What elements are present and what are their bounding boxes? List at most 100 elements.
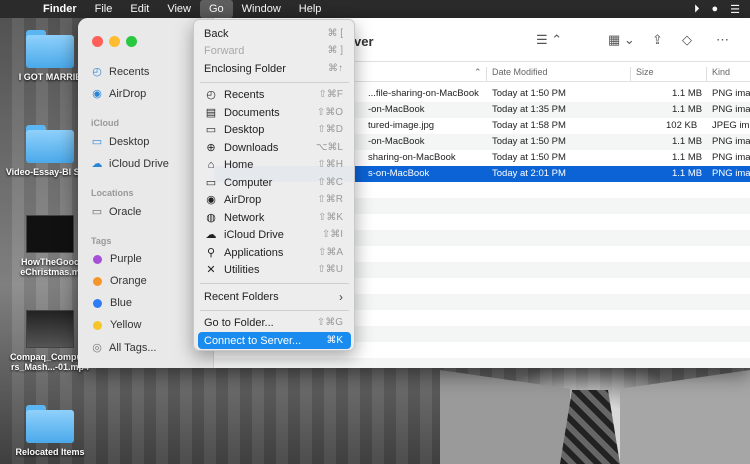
window-controls (92, 36, 137, 47)
close-button[interactable] (92, 36, 103, 47)
desktop-item-label: Relocated Items (15, 447, 85, 457)
menu-edit[interactable]: Edit (121, 0, 158, 18)
sidebar-all-tags[interactable]: ◎ All Tags... (91, 341, 157, 355)
menu-item-documents[interactable]: ▤ Documents ⇧⌘O (198, 104, 351, 121)
file-size: 1.1 MB (672, 168, 703, 179)
globe-icon: ◍ (206, 212, 216, 224)
tag-dot-icon (93, 298, 102, 308)
sidebar-item-label: All Tags... (109, 341, 157, 354)
sidebar-section-icloud: iCloud (91, 118, 119, 128)
home-icon: ⌂ (207, 158, 215, 171)
menu-item-shortcut: ⇧⌘I (321, 229, 343, 240)
folder-icon (26, 30, 74, 68)
more-icon[interactable]: ⋯ (716, 32, 729, 48)
group-icon[interactable]: ▦ ⌄ (608, 32, 635, 48)
file-size: 1.1 MB (672, 152, 703, 163)
user-icon[interactable]: ● (711, 3, 718, 16)
menu-item-go-to-folder[interactable]: Go to Folder... ⇧⌘G (198, 314, 351, 331)
menu-item-recent-folders[interactable]: Recent Folders › (198, 288, 351, 305)
control-center-icon[interactable]: ☰ (730, 3, 740, 16)
menu-item-shortcut: ⇧⌘R (317, 194, 343, 205)
file-date: Today at 2:01 PM (492, 168, 566, 179)
menu-help[interactable]: Help (290, 0, 331, 18)
file-kind: PNG ima (712, 88, 750, 99)
menu-separator (200, 82, 349, 83)
sidebar-item-recents[interactable]: ◴ Recents (91, 65, 150, 79)
tags-icon: ◎ (92, 342, 102, 354)
list-view-icon[interactable]: ☰ ⌃ (536, 32, 562, 48)
menu-item-shortcut: ⌘ [ (327, 28, 343, 39)
window-title: ver (354, 34, 374, 49)
menu-item-label: Back (204, 27, 229, 40)
menu-item-network[interactable]: ◍ Network ⇧⌘K (198, 209, 351, 226)
sidebar-item-oracle[interactable]: ▭ Oracle (91, 205, 142, 219)
menu-item-airdrop[interactable]: ◉ AirDrop ⇧⌘R (198, 191, 351, 208)
laptop-icon: ▭ (91, 206, 103, 218)
menu-item-label: iCloud Drive (224, 228, 284, 241)
file-date: Today at 1:35 PM (492, 104, 566, 115)
airdrop-icon: ◉ (206, 194, 216, 206)
menu-item-shortcut: ⇧⌘A (317, 247, 343, 258)
tag-dot-icon (93, 320, 102, 330)
file-date: Today at 1:50 PM (492, 88, 566, 99)
menu-item-recents[interactable]: ◴ Recents ⇧⌘F (198, 86, 351, 103)
column-size[interactable]: Size (636, 67, 654, 77)
menu-item-shortcut: ⇧⌘F (318, 89, 344, 100)
desktop-item[interactable]: Relocated Items (5, 405, 95, 457)
sidebar-item-airdrop[interactable]: ◉ AirDrop (91, 87, 146, 101)
folder-icon (26, 405, 74, 443)
sort-chevron-icon[interactable]: ⌃ (474, 67, 482, 78)
file-name: -on-MacBook (368, 136, 425, 147)
menu-item-back[interactable]: Back ⌘ [ (198, 25, 351, 42)
sidebar-tag-yellow[interactable]: Yellow (91, 319, 141, 331)
menu-item-label: Applications (224, 246, 284, 259)
sidebar-item-label: Orange (110, 275, 147, 287)
sidebar-section-tags: Tags (91, 236, 112, 246)
tag-icon[interactable]: ◇ (682, 32, 692, 48)
menu-item-downloads[interactable]: ⊕ Downloads ⌥⌘L (198, 139, 351, 156)
video-thumbnail (26, 310, 74, 348)
minimize-button[interactable] (109, 36, 120, 47)
document-icon: ▤ (205, 107, 217, 119)
menu-file[interactable]: File (86, 0, 122, 18)
sidebar-item-icloud-drive[interactable]: ☁ iCloud Drive (91, 157, 169, 171)
sidebar-tag-orange[interactable]: Orange (91, 275, 147, 287)
menu-item-desktop[interactable]: ▭ Desktop ⇧⌘D (198, 121, 351, 138)
menu-item-enclosing-folder[interactable]: Enclosing Folder ⌘↑ (198, 60, 351, 77)
menu-app-finder[interactable]: Finder (34, 0, 86, 18)
menu-item-shortcut: ⌥⌘L (315, 142, 343, 153)
play-status-icon[interactable]: ⏵ (694, 3, 700, 16)
laptop-icon: ▭ (205, 177, 217, 189)
file-kind: PNG ima (712, 136, 750, 147)
menu-item-applications[interactable]: ⚲ Applications ⇧⌘A (198, 244, 351, 261)
apps-icon: ⚲ (206, 247, 216, 259)
zoom-button[interactable] (126, 36, 137, 47)
menu-item-icloud-drive[interactable]: ☁ iCloud Drive ⇧⌘I (198, 226, 351, 243)
menu-item-shortcut: ⇧⌘O (316, 107, 343, 118)
column-kind[interactable]: Kind (712, 67, 730, 77)
sidebar-tag-purple[interactable]: Purple (91, 253, 142, 265)
menu-item-connect-to-server[interactable]: Connect to Server... ⌘K (198, 332, 351, 349)
menu-item-label: Desktop (224, 123, 265, 136)
file-date: Today at 1:50 PM (492, 136, 566, 147)
column-date-modified[interactable]: Date Modified (492, 67, 548, 77)
menu-item-utilities[interactable]: ✕ Utilities ⇧⌘U (198, 261, 351, 278)
file-date: Today at 1:50 PM (492, 152, 566, 163)
tools-icon: ✕ (206, 264, 216, 276)
menu-item-shortcut: ⇧⌘H (317, 159, 343, 170)
menu-go[interactable]: Go (199, 0, 233, 18)
menu-item-label: Network (224, 211, 265, 224)
sidebar-item-desktop[interactable]: ▭ Desktop (91, 135, 150, 149)
menu-item-computer[interactable]: ▭ Computer ⇧⌘C (198, 174, 351, 191)
share-icon[interactable]: ⇪ (652, 32, 663, 48)
sidebar-item-label: Recents (109, 65, 150, 78)
sidebar-item-label: iCloud Drive (109, 157, 169, 170)
file-size: 1.1 MB (672, 88, 703, 99)
menu-item-home[interactable]: ⌂ Home ⇧⌘H (198, 156, 351, 173)
menu-bar: Finder File Edit View Go Window Help ⏵ ●… (0, 0, 750, 18)
sidebar-tag-blue[interactable]: Blue (91, 297, 132, 309)
menu-view[interactable]: View (158, 0, 200, 18)
sidebar-item-label: Oracle (109, 205, 142, 218)
finder-window: ◴ Recents ◉ AirDrop iCloud ▭ Desktop ☁ i… (78, 18, 750, 368)
menu-window[interactable]: Window (233, 0, 290, 18)
